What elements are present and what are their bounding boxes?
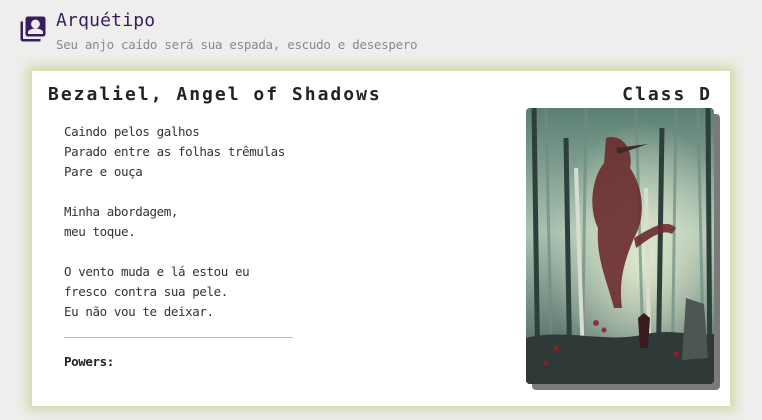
poem-line: Eu não vou te deixar. (64, 304, 214, 319)
poem-line: fresco contra sua pele. (64, 284, 228, 299)
divider (64, 337, 293, 338)
page-header: Arquétipo Seu anjo caído será sua espada… (18, 10, 738, 60)
poem-stanza: O vento muda e lá estou eu fresco contra… (64, 262, 304, 322)
poem-line: Pare e ouça (64, 164, 143, 179)
poem: Caindo pelos galhos Parado entre as folh… (64, 122, 304, 342)
poem-line: Caindo pelos galhos (64, 124, 200, 139)
archetype-card: Bezaliel, Angel of Shadows Class D Caind… (32, 71, 730, 406)
poem-line: meu toque. (64, 224, 136, 239)
portrait-card-icon (18, 14, 48, 44)
poem-line: Parado entre as folhas trêmulas (64, 144, 285, 159)
powers-label: Powers: (64, 354, 114, 369)
poem-stanza: Minha abordagem, meu toque. (64, 202, 304, 242)
class-label: Class D (622, 84, 712, 105)
page-subtitle: Seu anjo caído será sua espada, escudo e… (56, 37, 418, 52)
page-title: Arquétipo (56, 10, 156, 31)
card-title: Bezaliel, Angel of Shadows (48, 84, 382, 105)
poem-line: O vento muda e lá estou eu (64, 264, 250, 279)
forest-angel-artwork (526, 108, 714, 384)
poem-stanza: Caindo pelos galhos Parado entre as folh… (64, 122, 304, 182)
poem-line: Minha abordagem, (64, 204, 179, 219)
